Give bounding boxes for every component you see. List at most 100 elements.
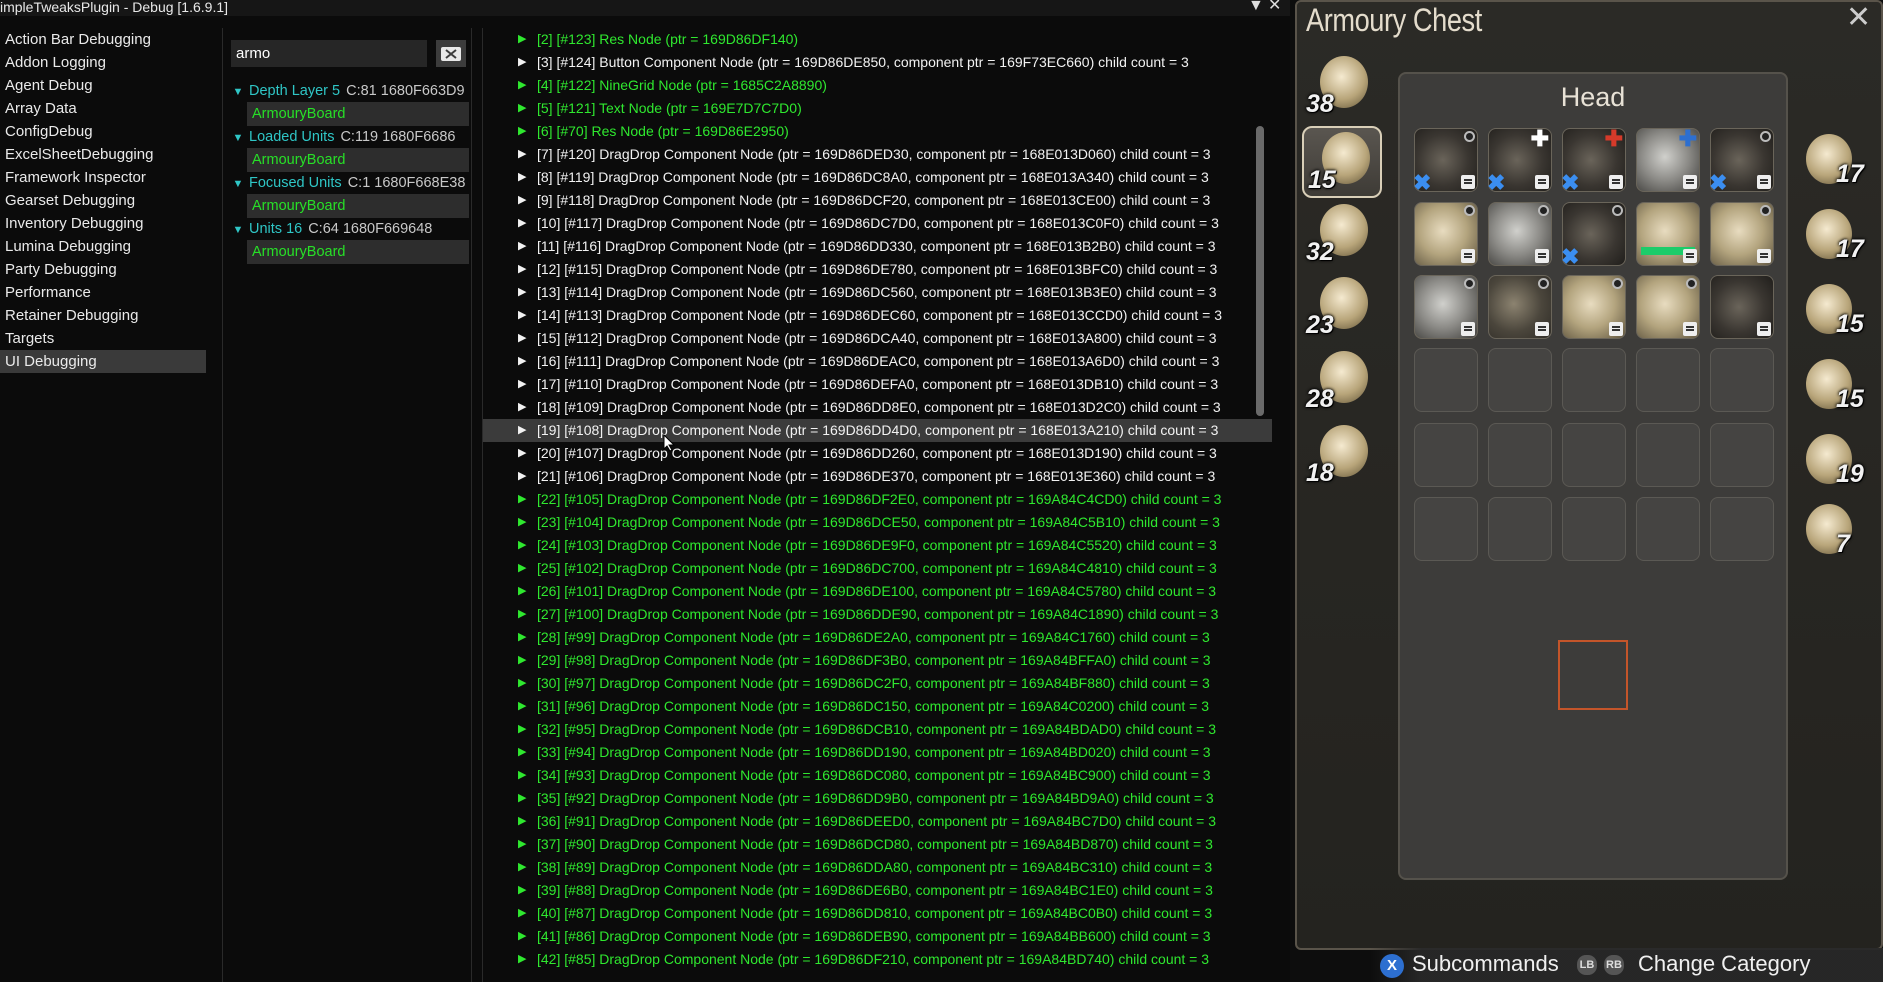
category-tab[interactable]: 15 (1800, 280, 1880, 350)
empty-item-slot[interactable] (1562, 423, 1626, 487)
category-tab[interactable]: 32 (1302, 200, 1382, 272)
expand-arrow-icon[interactable]: ▶ (518, 902, 526, 925)
unit-group-header[interactable]: ▼ Loaded Units C:119 1680F6686 (231, 126, 469, 148)
expand-arrow-icon[interactable]: ▶ (518, 695, 526, 718)
empty-item-slot[interactable] (1636, 423, 1700, 487)
expand-arrow-icon[interactable]: ▶ (518, 143, 526, 166)
tree-node-row[interactable]: ▶ [39] [#88] DragDrop Component Node (ptr… (483, 879, 1272, 902)
tree-node-row[interactable]: ▶ [13] [#114] DragDrop Component Node (pt… (483, 281, 1272, 304)
nav-item[interactable]: ExcelSheetDebugging (0, 143, 206, 166)
nav-item[interactable]: Framework Inspector (0, 166, 206, 189)
tree-node-row[interactable]: ▶ [42] [#85] DragDrop Component Node (ptr… (483, 948, 1272, 971)
expand-triangle-icon[interactable]: ▼ (231, 81, 245, 102)
empty-item-slot[interactable] (1710, 348, 1774, 412)
tree-node-row[interactable]: ▶ [28] [#99] DragDrop Component Node (ptr… (483, 626, 1272, 649)
nav-item[interactable]: Addon Logging (0, 51, 206, 74)
expand-triangle-icon[interactable]: ▼ (231, 173, 245, 194)
tree-node-row[interactable]: ▶ [3] [#124] Button Component Node (ptr =… (483, 51, 1272, 74)
expand-arrow-icon[interactable]: ▶ (518, 833, 526, 856)
tree-node-row[interactable]: ▶ [18] [#109] DragDrop Component Node (pt… (483, 396, 1272, 419)
tree-node-row[interactable]: ▶ [40] [#87] DragDrop Component Node (ptr… (483, 902, 1272, 925)
empty-item-slot[interactable] (1414, 348, 1478, 412)
empty-item-slot[interactable] (1562, 348, 1626, 412)
expand-arrow-icon[interactable]: ▶ (518, 925, 526, 948)
unit-group-header[interactable]: ▼ Units 16 C:64 1680F669648 (231, 218, 469, 240)
search-clear-button[interactable] (436, 40, 466, 67)
expand-triangle-icon[interactable]: ▼ (231, 127, 245, 148)
nav-item[interactable]: Array Data (0, 97, 206, 120)
expand-arrow-icon[interactable]: ▶ (518, 764, 526, 787)
head-gear-item-slot[interactable] (1710, 202, 1774, 266)
category-tab[interactable]: 17 (1800, 205, 1880, 275)
head-gear-item-slot[interactable] (1636, 275, 1700, 339)
tree-node-row[interactable]: ▶ [15] [#112] DragDrop Component Node (pt… (483, 327, 1272, 350)
empty-item-slot[interactable] (1488, 497, 1552, 561)
expand-arrow-icon[interactable]: ▶ (518, 212, 526, 235)
addon-entry[interactable]: ArmouryBoard (247, 102, 469, 126)
head-gear-item-slot[interactable] (1710, 275, 1774, 339)
expand-arrow-icon[interactable]: ▶ (518, 810, 526, 833)
expand-arrow-icon[interactable]: ▶ (518, 511, 526, 534)
category-tab[interactable]: 7 (1800, 500, 1880, 570)
tree-node-row[interactable]: ▶ [35] [#92] DragDrop Component Node (ptr… (483, 787, 1272, 810)
category-tab[interactable]: 38 (1302, 52, 1382, 124)
expand-arrow-icon[interactable]: ▶ (518, 373, 526, 396)
expand-arrow-icon[interactable]: ▶ (518, 189, 526, 212)
tree-node-row[interactable]: ▶ [17] [#110] DragDrop Component Node (pt… (483, 373, 1272, 396)
expand-arrow-icon[interactable]: ▶ (518, 28, 526, 51)
empty-item-slot[interactable] (1562, 497, 1626, 561)
expand-arrow-icon[interactable]: ▶ (518, 166, 526, 189)
tree-node-row[interactable]: ▶ [6] [#70] Res Node (ptr = 169D86E2950) (483, 120, 1272, 143)
expand-arrow-icon[interactable]: ▶ (518, 74, 526, 97)
tree-node-row[interactable]: ▶ [38] [#89] DragDrop Component Node (ptr… (483, 856, 1272, 879)
tree-node-row[interactable]: ▶ [32] [#95] DragDrop Component Node (ptr… (483, 718, 1272, 741)
tree-node-row[interactable]: ▶ [2] [#123] Res Node (ptr = 169D86DF140) (483, 28, 1272, 51)
expand-arrow-icon[interactable]: ▶ (518, 120, 526, 143)
nav-item[interactable]: Targets (0, 327, 206, 350)
addon-entry[interactable]: ArmouryBoard (247, 240, 469, 264)
nav-item[interactable]: Action Bar Debugging (0, 28, 206, 51)
change-category-hint[interactable]: Change Category (1638, 951, 1810, 977)
nav-item[interactable]: Party Debugging (0, 258, 206, 281)
tree-node-row[interactable]: ▶ [23] [#104] DragDrop Component Node (pt… (483, 511, 1272, 534)
empty-item-slot[interactable] (1488, 348, 1552, 412)
tree-node-row[interactable]: ▶ [31] [#96] DragDrop Component Node (ptr… (483, 695, 1272, 718)
tree-node-row[interactable]: ▶ [8] [#119] DragDrop Component Node (ptr… (483, 166, 1272, 189)
empty-item-slot[interactable] (1710, 497, 1774, 561)
tree-node-row[interactable]: ▶ [14] [#113] DragDrop Component Node (pt… (483, 304, 1272, 327)
tree-node-row[interactable]: ▶ [29] [#98] DragDrop Component Node (ptr… (483, 649, 1272, 672)
tree-node-row[interactable]: ▶ [27] [#100] DragDrop Component Node (pt… (483, 603, 1272, 626)
expand-arrow-icon[interactable]: ▶ (518, 281, 526, 304)
category-tab[interactable]: 17 (1800, 130, 1880, 200)
expand-arrow-icon[interactable]: ▶ (518, 97, 526, 120)
head-gear-item-slot[interactable] (1636, 202, 1700, 266)
empty-item-slot[interactable] (1636, 497, 1700, 561)
collapse-icon[interactable]: ▼ (1248, 0, 1264, 14)
expand-arrow-icon[interactable]: ▶ (518, 948, 526, 971)
expand-arrow-icon[interactable]: ▶ (518, 856, 526, 879)
tree-node-row[interactable]: ▶ [34] [#93] DragDrop Component Node (ptr… (483, 764, 1272, 787)
expand-arrow-icon[interactable]: ▶ (518, 258, 526, 281)
tree-node-row[interactable]: ▶ [25] [#102] DragDrop Component Node (pt… (483, 557, 1272, 580)
expand-arrow-icon[interactable]: ▶ (518, 626, 526, 649)
expand-arrow-icon[interactable]: ▶ (518, 879, 526, 902)
tree-node-row[interactable]: ▶ [9] [#118] DragDrop Component Node (ptr… (483, 189, 1272, 212)
expand-arrow-icon[interactable]: ▶ (518, 304, 526, 327)
expand-arrow-icon[interactable]: ▶ (518, 649, 526, 672)
expand-triangle-icon[interactable]: ▼ (231, 219, 245, 240)
head-gear-item-slot[interactable] (1414, 275, 1478, 339)
category-tab[interactable]: 19 (1800, 430, 1880, 500)
head-gear-item-slot[interactable] (1488, 275, 1552, 339)
head-gear-item-slot[interactable] (1562, 275, 1626, 339)
tree-node-row[interactable]: ▶ [10] [#117] DragDrop Component Node (pt… (483, 212, 1272, 235)
addon-entry[interactable]: ArmouryBoard (247, 194, 469, 218)
expand-arrow-icon[interactable]: ▶ (518, 534, 526, 557)
head-gear-item-slot[interactable]: ✖ (1413, 128, 1478, 195)
addon-entry[interactable]: ArmouryBoard (247, 148, 469, 172)
tree-node-row[interactable]: ▶ [4] [#122] NineGrid Node (ptr = 1685C2A… (483, 74, 1272, 97)
nav-item[interactable]: Retainer Debugging (0, 304, 206, 327)
head-gear-item-slot[interactable]: ✚ ✖ (1487, 128, 1552, 195)
expand-arrow-icon[interactable]: ▶ (518, 235, 526, 258)
tree-node-row[interactable]: ▶ [12] [#115] DragDrop Component Node (pt… (483, 258, 1272, 281)
tree-node-row[interactable]: ▶ [16] [#111] DragDrop Component Node (pt… (483, 350, 1272, 373)
